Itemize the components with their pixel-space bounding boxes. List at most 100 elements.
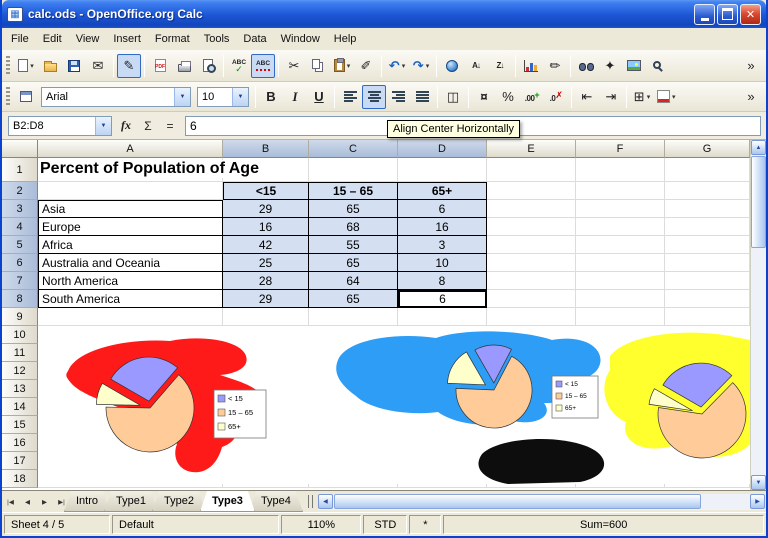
cell-C6[interactable]: 65 xyxy=(309,254,398,272)
tab-split-handle[interactable] xyxy=(308,495,313,508)
menu-tools[interactable]: Tools xyxy=(197,30,237,48)
scroll-left-button[interactable]: ◀ xyxy=(318,494,333,509)
cell-D3[interactable]: 6 xyxy=(398,200,487,218)
page-style-indicator[interactable]: Default xyxy=(112,515,279,534)
row-header-9[interactable]: 9 xyxy=(2,308,38,326)
cell-B9[interactable] xyxy=(223,308,309,326)
cell-A4[interactable]: Europe xyxy=(38,218,223,236)
column-header-F[interactable]: F xyxy=(576,140,665,158)
menu-help[interactable]: Help xyxy=(327,30,364,48)
cell-D1[interactable] xyxy=(398,158,487,182)
align-right-button[interactable] xyxy=(386,85,410,109)
row-header-8[interactable]: 8 xyxy=(2,290,38,308)
cell-G6[interactable] xyxy=(665,254,750,272)
cell-D7[interactable]: 8 xyxy=(398,272,487,290)
merge-cells-button[interactable]: ◫ xyxy=(441,85,465,109)
toolbar-grip[interactable] xyxy=(6,87,10,107)
font-size-arrow-icon[interactable]: ▼ xyxy=(232,88,248,106)
sum-button[interactable]: Σ xyxy=(137,116,159,136)
number-format-percent-button[interactable]: % xyxy=(496,85,520,109)
column-header-A[interactable]: A xyxy=(38,140,223,158)
select-all-corner[interactable] xyxy=(2,140,38,158)
cell-D9[interactable] xyxy=(398,308,487,326)
horizontal-scroll-thumb[interactable] xyxy=(334,494,701,509)
align-center-button[interactable] xyxy=(362,85,386,109)
cell-D5[interactable]: 3 xyxy=(398,236,487,254)
cell-E9[interactable] xyxy=(487,308,576,326)
spellcheck-button[interactable]: ABC xyxy=(227,54,251,78)
sort-descending-button[interactable]: Z↓ xyxy=(488,54,512,78)
redo-button[interactable]: ↷▾ xyxy=(409,54,433,78)
copy-button[interactable] xyxy=(306,54,330,78)
font-name-arrow-icon[interactable]: ▼ xyxy=(174,88,190,106)
cell-G8[interactable] xyxy=(665,290,750,308)
cell-E8[interactable] xyxy=(487,290,576,308)
sheet-tab-type1[interactable]: Type1 xyxy=(104,491,158,512)
column-header-B[interactable]: B xyxy=(223,140,309,158)
maximize-button[interactable] xyxy=(717,4,738,25)
cell-A9[interactable] xyxy=(38,308,223,326)
function-button[interactable]: = xyxy=(159,116,181,136)
menu-edit[interactable]: Edit xyxy=(36,30,69,48)
scroll-right-button[interactable]: ▶ xyxy=(750,494,765,509)
format-paintbrush-button[interactable]: ✐ xyxy=(354,54,378,78)
column-header-D[interactable]: D xyxy=(398,140,487,158)
cell-C2[interactable]: 15 – 65 xyxy=(309,182,398,200)
number-format-currency-button[interactable]: ¤ xyxy=(472,85,496,109)
increase-indent-button[interactable]: ⇥ xyxy=(599,85,623,109)
cell-C3[interactable]: 65 xyxy=(309,200,398,218)
column-header-E[interactable]: E xyxy=(487,140,576,158)
cell-D6[interactable]: 10 xyxy=(398,254,487,272)
menu-window[interactable]: Window xyxy=(274,30,327,48)
cell-C4[interactable]: 68 xyxy=(309,218,398,236)
cell-E1[interactable] xyxy=(487,158,576,182)
cell-A7[interactable]: North America xyxy=(38,272,223,290)
borders-button[interactable]: ⊞▾ xyxy=(630,85,654,109)
cell-C5[interactable]: 55 xyxy=(309,236,398,254)
row-header-3[interactable]: 3 xyxy=(2,200,38,218)
print-button[interactable] xyxy=(172,54,196,78)
row-header-16[interactable]: 16 xyxy=(2,434,38,452)
page-preview-button[interactable] xyxy=(196,54,220,78)
row-header-4[interactable]: 4 xyxy=(2,218,38,236)
sheet-indicator[interactable]: Sheet 4 / 5 xyxy=(4,515,110,534)
save-button[interactable] xyxy=(62,54,86,78)
cell-G4[interactable] xyxy=(665,218,750,236)
row-header-15[interactable]: 15 xyxy=(2,416,38,434)
toolbar-grip[interactable] xyxy=(6,56,10,76)
cell-G1[interactable] xyxy=(665,158,750,182)
align-left-button[interactable] xyxy=(338,85,362,109)
name-box-arrow-icon[interactable]: ▼ xyxy=(95,117,111,135)
vertical-scroll-track[interactable] xyxy=(751,155,766,475)
cell-F8[interactable] xyxy=(576,290,665,308)
sort-ascending-button[interactable]: A↓ xyxy=(464,54,488,78)
horizontal-scrollbar[interactable]: ◀▶ xyxy=(318,494,765,510)
next-sheet-button[interactable]: ▶ xyxy=(36,491,53,512)
row-header-14[interactable]: 14 xyxy=(2,398,38,416)
cell-B8[interactable]: 29 xyxy=(223,290,309,308)
gallery-button[interactable] xyxy=(622,54,646,78)
cell-A8[interactable]: South America xyxy=(38,290,223,308)
menu-format[interactable]: Format xyxy=(148,30,197,48)
zoom-indicator[interactable]: 110% xyxy=(281,515,361,534)
cell-A3[interactable]: Asia xyxy=(38,200,223,218)
cell-B3[interactable]: 29 xyxy=(223,200,309,218)
number-format-delete-decimal-button[interactable]: .0 xyxy=(544,85,568,109)
insert-chart-button[interactable] xyxy=(519,54,543,78)
show-draw-functions-button[interactable]: ✏ xyxy=(543,54,567,78)
cell-B7[interactable]: 28 xyxy=(223,272,309,290)
row-header-2[interactable]: 2 xyxy=(2,182,38,200)
cell-F9[interactable] xyxy=(576,308,665,326)
decrease-indent-button[interactable]: ⇤ xyxy=(575,85,599,109)
italic-button[interactable]: I xyxy=(283,85,307,109)
column-header-C[interactable]: C xyxy=(309,140,398,158)
row-header-10[interactable]: 10 xyxy=(2,326,38,344)
cell-F1[interactable] xyxy=(576,158,665,182)
cell-C7[interactable]: 64 xyxy=(309,272,398,290)
scroll-up-button[interactable]: ▲ xyxy=(751,140,766,155)
toolbar-options-button[interactable]: » xyxy=(739,54,763,78)
cell-A1[interactable]: Percent of Population of Age xyxy=(38,158,223,182)
underline-button[interactable]: U xyxy=(307,85,331,109)
sheet-tab-type3[interactable]: Type3 xyxy=(200,491,255,512)
menu-view[interactable]: View xyxy=(69,30,107,48)
